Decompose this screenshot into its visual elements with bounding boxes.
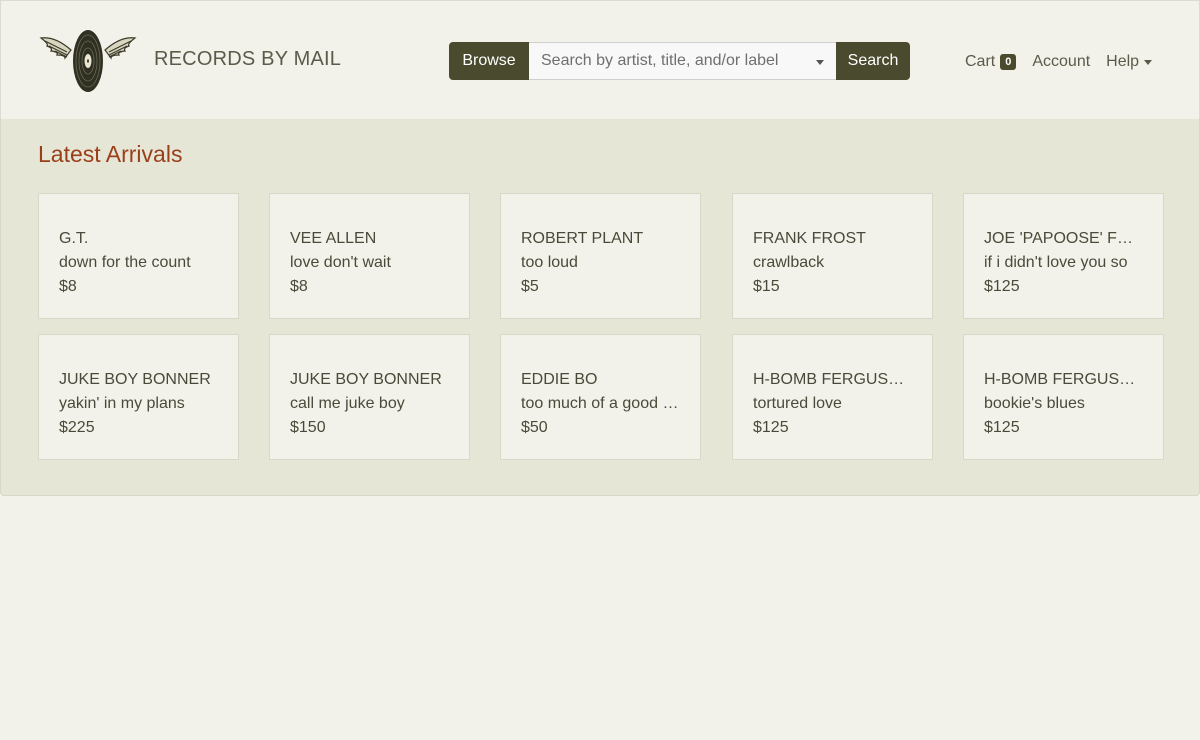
section-title: Latest Arrivals bbox=[38, 141, 183, 167]
record-card[interactable]: G.T. down for the count $8 bbox=[38, 193, 239, 319]
record-artist: JUKE BOY BONNER bbox=[59, 371, 211, 388]
record-card[interactable]: JUKE BOY BONNER yakin' in my plans $225 bbox=[38, 334, 239, 460]
winged-record-logo-icon[interactable] bbox=[39, 28, 137, 94]
record-price: $15 bbox=[753, 278, 780, 295]
record-card[interactable]: H-BOMB FERGUSON bookie's blues $125 bbox=[963, 334, 1164, 460]
record-card[interactable]: JOE 'PAPOOSE' FRITZ if i didn't love you… bbox=[963, 193, 1164, 319]
record-price: $225 bbox=[59, 419, 95, 436]
browse-button[interactable]: Browse bbox=[449, 42, 529, 80]
account-link[interactable]: Account bbox=[1032, 53, 1090, 71]
record-title: love don't wait bbox=[290, 254, 391, 271]
record-artist: ROBERT PLANT bbox=[521, 230, 644, 247]
record-price: $125 bbox=[753, 419, 789, 436]
record-price: $8 bbox=[59, 278, 77, 295]
record-artist: EDDIE BO bbox=[521, 371, 598, 388]
record-title: crawlback bbox=[753, 254, 825, 271]
record-artist: G.T. bbox=[59, 230, 89, 247]
record-card[interactable]: H-BOMB FERGUSON tortured love $125 bbox=[732, 334, 933, 460]
record-price: $150 bbox=[290, 419, 326, 436]
record-title: too loud bbox=[521, 254, 578, 271]
search-input[interactable]: Search by artist, title, and/or label bbox=[529, 42, 836, 80]
record-artist: FRANK FROST bbox=[753, 230, 866, 247]
chevron-down-icon[interactable] bbox=[816, 60, 824, 65]
record-card[interactable]: JUKE BOY BONNER call me juke boy $150 bbox=[269, 334, 470, 460]
record-price: $125 bbox=[984, 419, 1020, 436]
record-card[interactable]: ROBERT PLANT too loud $5 bbox=[500, 193, 701, 319]
record-price: $50 bbox=[521, 419, 548, 436]
record-artist: VEE ALLEN bbox=[290, 230, 377, 247]
record-title: down for the count bbox=[59, 254, 191, 271]
record-artist: H-BOMB FERGUSON bbox=[984, 371, 1143, 388]
help-dropdown[interactable]: Help bbox=[1106, 53, 1153, 71]
help-label: Help bbox=[1106, 53, 1140, 70]
record-price: $8 bbox=[290, 278, 308, 295]
record-artist: H-BOMB FERGUSON bbox=[753, 371, 912, 388]
record-title: too much of a good thing bbox=[521, 395, 680, 412]
cart-link[interactable]: Cart 0 bbox=[965, 53, 1017, 71]
record-card[interactable]: VEE ALLEN love don't wait $8 bbox=[269, 193, 470, 319]
record-card[interactable]: EDDIE BO too much of a good thing $50 bbox=[500, 334, 701, 460]
record-artist: JOE 'PAPOOSE' FRITZ bbox=[984, 230, 1143, 247]
search-bar: Browse Search by artist, title, and/or l… bbox=[449, 42, 910, 80]
search-placeholder: Search by artist, title, and/or label bbox=[541, 52, 779, 69]
brand-name[interactable]: RECORDS BY MAIL bbox=[154, 48, 341, 71]
cart-count-badge: 0 bbox=[1000, 54, 1017, 70]
record-price: $5 bbox=[521, 278, 539, 295]
record-title: if i didn't love you so bbox=[984, 254, 1128, 271]
top-nav: Cart 0 Account Help bbox=[965, 53, 1153, 71]
site-header: RECORDS BY MAIL Browse Search by artist,… bbox=[0, 0, 1200, 120]
record-title: yakin' in my plans bbox=[59, 395, 185, 412]
latest-arrivals-panel: Latest Arrivals G.T. down for the count … bbox=[0, 119, 1200, 496]
record-artist: JUKE BOY BONNER bbox=[290, 371, 442, 388]
record-price: $125 bbox=[984, 278, 1020, 295]
chevron-down-icon bbox=[1144, 59, 1153, 65]
record-title: bookie's blues bbox=[984, 395, 1085, 412]
record-title: call me juke boy bbox=[290, 395, 405, 412]
search-button[interactable]: Search bbox=[836, 42, 910, 80]
cart-label: Cart bbox=[965, 53, 996, 70]
record-title: tortured love bbox=[753, 395, 842, 412]
record-card[interactable]: FRANK FROST crawlback $15 bbox=[732, 193, 933, 319]
